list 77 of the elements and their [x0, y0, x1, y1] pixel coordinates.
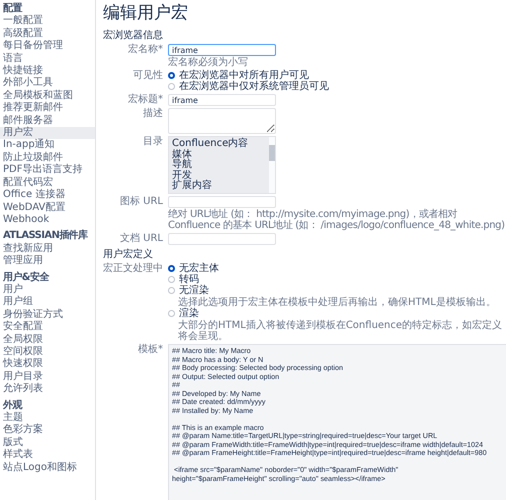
- radio-button[interactable]: [168, 83, 175, 90]
- sidebar-item[interactable]: 允许列表: [0, 383, 95, 396]
- section-heading: 宏浏览器信息: [103, 30, 164, 42]
- category-option[interactable]: 导航: [172, 160, 266, 170]
- radio-label: 转码: [179, 274, 199, 285]
- sidebar-item[interactable]: 用户目录: [0, 370, 95, 384]
- sidebar-item[interactable]: PDF导出语言支持: [0, 164, 95, 177]
- field-label: 宏名称*: [127, 44, 164, 57]
- description-field[interactable]: [168, 108, 276, 134]
- radio-label: 在宏浏览器中对所有用户可见: [179, 70, 309, 81]
- help-text: 绝对 URL地址 (如： http://mysite.com/myimage.png)，或者相对 Confluence 的基本 URL地址 (如： /images/logo/confluence_48_white.png): [168, 209, 506, 231]
- radio-label: 无宏主体: [179, 263, 219, 274]
- name-field[interactable]: iframe: [168, 44, 276, 56]
- sidebar-item[interactable]: 防止垃圾邮件: [0, 152, 95, 164]
- sidebar-item[interactable]: 语言: [0, 52, 95, 66]
- sidebar-heading: 配置: [2, 3, 24, 15]
- sidebar-item[interactable]: 外部小工具: [0, 77, 95, 90]
- radio-label: 渲染: [179, 308, 199, 319]
- sidebar-item[interactable]: Webhook: [0, 214, 95, 226]
- sidebar-item[interactable]: 主题: [0, 412, 95, 424]
- field-label: 图标 URL: [118, 196, 164, 209]
- sidebar-item[interactable]: 站点Logo和图标: [0, 462, 95, 474]
- radio-label: 在宏浏览器中仅对系统管理员可见: [179, 81, 329, 92]
- sidebar-heading: 用户&安全: [2, 272, 50, 284]
- radio-button[interactable]: [168, 265, 175, 272]
- sidebar-item[interactable]: 管理应用: [0, 255, 95, 268]
- sidebar-item[interactable]: 每日备份管理: [0, 40, 95, 53]
- icon-url-field[interactable]: [168, 196, 276, 208]
- radio-button[interactable]: [168, 72, 175, 79]
- sidebar-item[interactable]: 全局模板和蓝图: [0, 90, 95, 102]
- field-label: 目录: [142, 136, 164, 149]
- sidebar-item[interactable]: 查找新应用: [0, 242, 95, 256]
- category-option[interactable]: 开发: [172, 170, 266, 181]
- category-option[interactable]: Confluence内容: [172, 139, 266, 150]
- scrollbar[interactable]: [269, 137, 275, 193]
- field-label: 宏正文处理中: [103, 263, 164, 276]
- sidebar-heading: ATLASSIAN插件库: [2, 230, 89, 242]
- category-option[interactable]: 扩展内容: [172, 181, 266, 192]
- category-list[interactable]: Confluence内容 媒体 导航 开发 扩展内容: [168, 136, 276, 194]
- section-heading: 用户宏定义: [103, 249, 154, 261]
- radio-button[interactable]: [168, 276, 175, 283]
- title-field[interactable]: iframe: [168, 94, 276, 106]
- sidebar-item[interactable]: 配置代码宏: [0, 176, 95, 190]
- sidebar-item[interactable]: 快捷链接: [0, 65, 95, 78]
- sidebar-item[interactable]: 用户: [0, 284, 95, 296]
- sidebar-item[interactable]: 用户组: [0, 296, 95, 309]
- radio-button[interactable]: [168, 287, 175, 294]
- field-label: 可见性: [132, 70, 164, 83]
- radio-button[interactable]: [168, 310, 175, 317]
- radio-label: 无渲染: [179, 285, 209, 296]
- sidebar-item[interactable]: 色彩方案: [0, 424, 95, 437]
- page-title: 编辑用户宏: [103, 2, 189, 24]
- field-label: 文档 URL: [118, 233, 164, 245]
- sidebar-item[interactable]: 空间权限: [0, 346, 95, 358]
- field-label: 描述: [142, 108, 164, 121]
- help-text: 选择此选项用于宏主体在模板中处理后再输出，确保HTML是模板输出。: [177, 297, 497, 308]
- sidebar-item[interactable]: WebDAV配置: [0, 202, 95, 214]
- sidebar-item[interactable]: 用户宏: [0, 127, 95, 140]
- sidebar-item[interactable]: 安全配置: [0, 321, 95, 334]
- category-option[interactable]: 媒体: [172, 150, 266, 160]
- help-text: 大部分的HTML插入将被传递到模板在Confluence的特定标志，如宏定义将会呈现。: [177, 320, 504, 342]
- sidebar-item[interactable]: 全局权限: [0, 334, 95, 346]
- sidebar-item[interactable]: 快速权限: [0, 358, 95, 371]
- sidebar-item[interactable]: Office 连接器: [0, 189, 95, 202]
- sidebar-item[interactable]: 版式: [0, 436, 95, 450]
- sidebar-heading: 外观: [2, 400, 24, 412]
- sidebar-item[interactable]: 高级配置: [0, 28, 95, 40]
- sidebar-item[interactable]: 推荐更新邮件: [0, 102, 95, 115]
- field-label: 模板*: [137, 344, 164, 357]
- doc-url-field[interactable]: [168, 233, 276, 245]
- sidebar-item[interactable]: 身份验证方式: [0, 308, 95, 322]
- help-text: 宏名称必须为小写: [168, 57, 249, 68]
- sidebar-item[interactable]: In-app通知: [0, 139, 95, 152]
- sidebar-item[interactable]: 样式表: [0, 449, 95, 462]
- sidebar-item[interactable]: 一般配置: [0, 15, 95, 28]
- field-label: 宏标题*: [127, 94, 164, 106]
- sidebar-item[interactable]: 邮件服务器: [0, 114, 95, 128]
